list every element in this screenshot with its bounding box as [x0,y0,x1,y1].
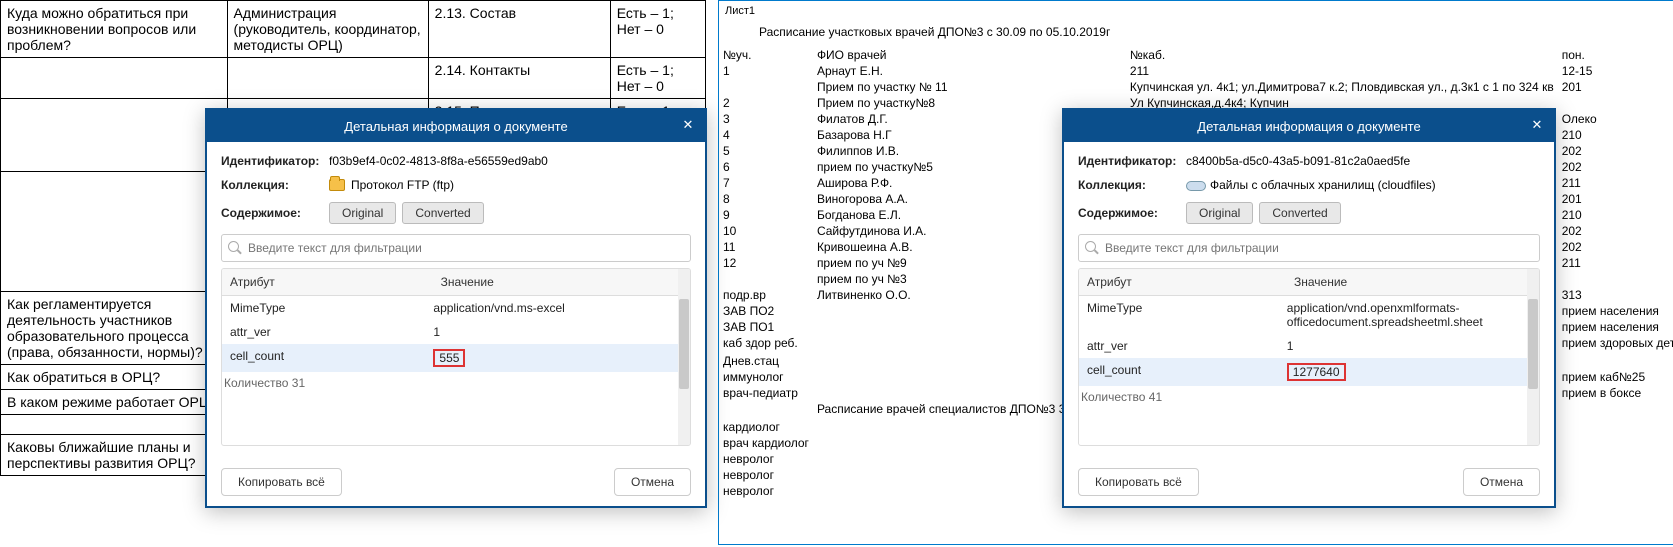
doc-cell: Есть – 1; Нет – 0 [610,1,705,58]
doc-cell: Куда можно обратиться при возникновении … [1,1,228,58]
label-collection: Коллекция: [1078,178,1186,192]
doc-cell: Каковы ближайшие планы и перспективы раз… [1,435,228,476]
value-collection: Протокол FTP (ftp) [351,178,454,192]
dialog-left: Детальная информация о документе ✕ Идент… [205,108,707,508]
converted-button[interactable]: Converted [402,202,483,224]
titlebar: Детальная информация о документе ✕ [1064,110,1554,142]
converted-button[interactable]: Converted [1259,202,1340,224]
sheet-title: Расписание участковых врачей ДПО№3 с 30.… [719,25,1673,39]
value-id: f03b9ef4-0c02-4813-8f8a-e56559ed9ab0 [329,154,548,168]
copy-all-button[interactable]: Копировать всё [1078,468,1199,496]
dialog-title: Детальная информация о документе [1197,119,1420,134]
dialog-right: Детальная информация о документе ✕ Идент… [1062,108,1556,508]
label-content: Содержимое: [1078,206,1186,220]
original-button[interactable]: Original [329,202,396,224]
attr-name: cell_count [1087,363,1287,381]
attr-val: application/vnd.ms-excel [433,301,682,315]
filter-input[interactable] [221,234,691,262]
attr-name: cell_count [230,349,433,367]
col-val: Значение [433,269,690,295]
cloud-icon [1186,179,1204,191]
doc-cell: 2.14. Контакты [428,58,610,99]
cancel-button[interactable]: Отмена [1463,468,1540,496]
sheet-tab: Лист1 [719,1,1673,25]
value-id: c8400b5a-d5c0-43a5-b091-81c2a0aed5fe [1186,154,1410,168]
label-content: Содержимое: [221,206,329,220]
label-id: Идентификатор: [221,154,329,168]
label-id: Идентификатор: [1078,154,1186,168]
original-button[interactable]: Original [1186,202,1253,224]
attr-val: application/vnd.openxmlformats-officedoc… [1287,301,1531,329]
count-label: Количество 41 [1079,386,1539,408]
attr-val: 1 [1287,339,1531,353]
col-attr: Атрибут [1079,269,1286,295]
doc-cell: Есть – 1; Нет – 0 [610,58,705,99]
value-collection: Файлы с облачных хранилищ (cloudfiles) [1210,178,1436,192]
attr-val-highlight: 1277640 [1287,363,1346,381]
titlebar: Детальная информация о документе ✕ [207,110,705,142]
doc-cell: Как регламентируется деятельность участн… [1,292,228,365]
search-icon [1085,241,1099,255]
copy-all-button[interactable]: Копировать всё [221,468,342,496]
search-icon [228,241,242,255]
attr-name: MimeType [230,301,433,315]
cancel-button[interactable]: Отмена [614,468,691,496]
attr-name: MimeType [1087,301,1287,329]
doc-cell: 2.13. Состав [428,1,610,58]
col-attr: Атрибут [222,269,433,295]
folder-icon [329,179,345,191]
dialog-title: Детальная информация о документе [344,119,567,134]
label-collection: Коллекция: [221,178,329,192]
count-label: Количество 31 [222,372,690,394]
attr-val-highlight: 555 [433,349,465,367]
close-icon[interactable]: ✕ [679,116,697,134]
close-icon[interactable]: ✕ [1528,116,1546,134]
filter-input[interactable] [1078,234,1540,262]
attr-val: 1 [433,325,682,339]
doc-cell: Администрация (руководитель, координатор… [227,1,428,58]
attr-name: attr_ver [1087,339,1287,353]
attr-name: attr_ver [230,325,433,339]
scrollbar[interactable] [1527,269,1539,445]
scrollbar[interactable] [678,269,690,445]
doc-cell: В каком режиме работает ОРЦ? [1,390,228,415]
doc-cell: Как обратиться в ОРЦ? [1,365,228,390]
col-val: Значение [1286,269,1539,295]
